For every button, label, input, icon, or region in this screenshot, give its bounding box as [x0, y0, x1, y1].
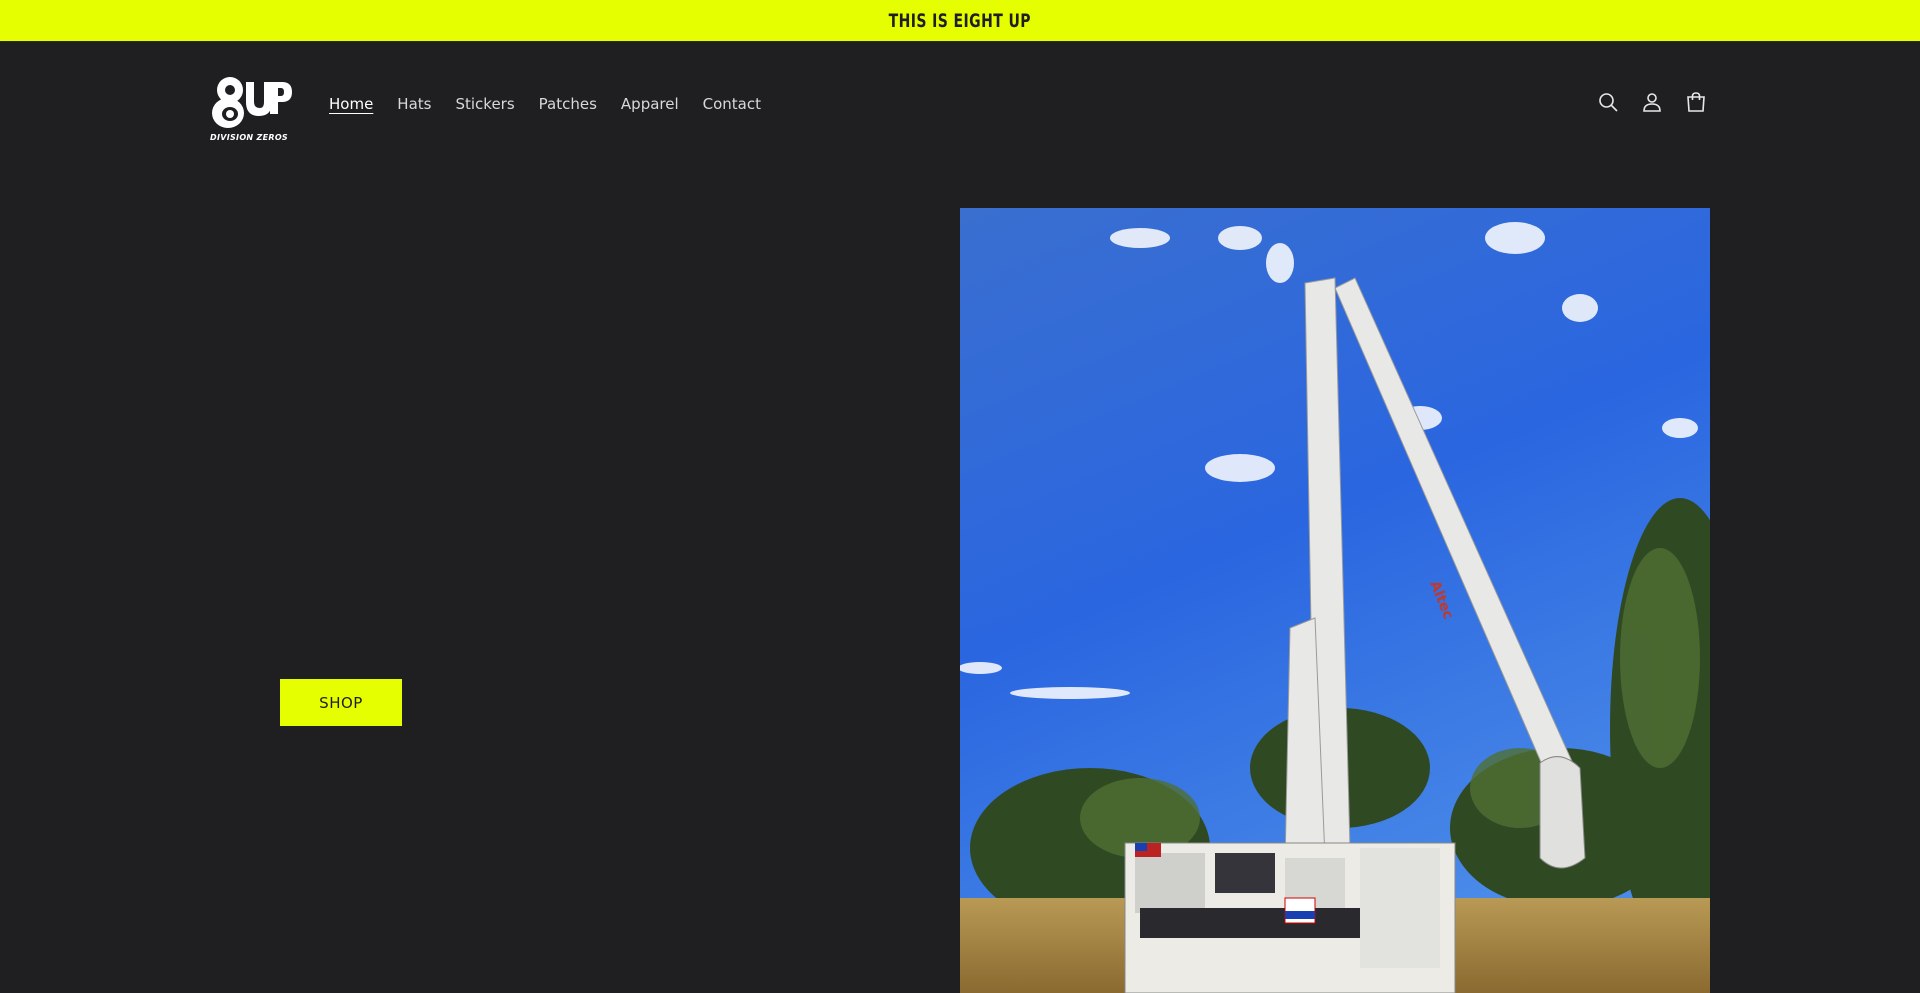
shop-button[interactable]: SHOP [280, 679, 402, 726]
account-icon[interactable] [1640, 90, 1664, 114]
site-logo[interactable]: DIVISION ZEROS [208, 68, 292, 142]
bucket-truck-photo: Altec [960, 208, 1710, 993]
nav-home[interactable]: Home [329, 94, 373, 114]
header-icons [1596, 90, 1708, 114]
nav-patches[interactable]: Patches [539, 94, 597, 114]
announcement-bar: THIS IS EIGHT UP [0, 0, 1920, 42]
nav-contact[interactable]: Contact [703, 94, 761, 114]
nav-stickers[interactable]: Stickers [455, 94, 514, 114]
announcement-text: THIS IS EIGHT UP [888, 9, 1032, 32]
logo-tagline: DIVISION ZEROS [210, 133, 288, 142]
cart-icon[interactable] [1684, 90, 1708, 114]
search-icon[interactable] [1596, 90, 1620, 114]
site-header: DIVISION ZEROS Home Hats Stickers Patche… [0, 42, 1920, 166]
nav-apparel[interactable]: Apparel [621, 94, 679, 114]
eight-up-logo-icon: DIVISION ZEROS [210, 77, 292, 142]
hero-image: Altec [960, 208, 1710, 993]
nav-hats[interactable]: Hats [397, 94, 431, 114]
main-nav: Home Hats Stickers Patches Apparel Conta… [329, 94, 785, 114]
